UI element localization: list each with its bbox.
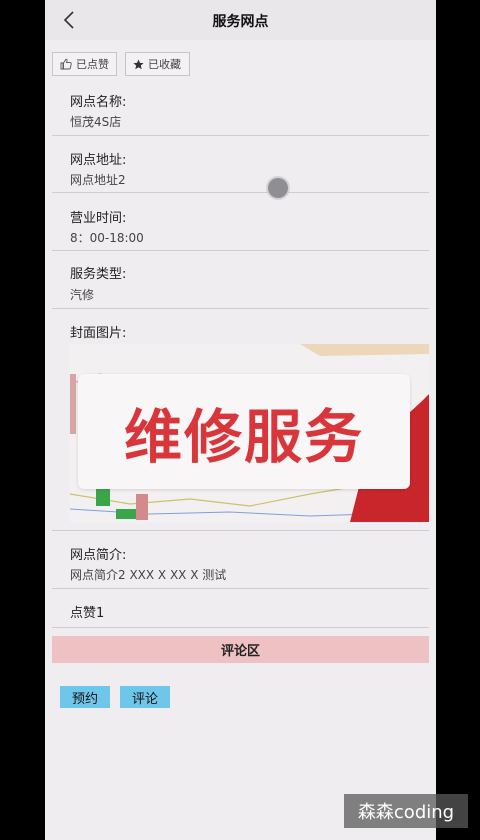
field-service-type: 服务类型: 汽修 [52, 251, 429, 309]
field-cover-label: 封面图片: [70, 326, 127, 341]
cover-banner: 维修服务 [78, 374, 410, 489]
field-hours-value: 8：00-18:00 [70, 231, 144, 245]
book-button[interactable]: 预约 [60, 686, 110, 708]
star-icon [133, 58, 144, 69]
comments-section-header: 评论区 [52, 636, 429, 663]
comment-button[interactable]: 评论 [120, 686, 170, 708]
thumbs-up-icon [60, 58, 72, 70]
favorited-button[interactable]: 已收藏 [125, 52, 190, 76]
field-hours: 营业时间: 8：00-18:00 [52, 193, 429, 251]
nav-bar: 服务网点 [45, 0, 436, 40]
field-intro: 网点简介: 网点简介2 XXX X XX X 测试 [52, 531, 429, 589]
field-address-label: 网点地址: [70, 153, 127, 168]
cover-image: 维修服务 [70, 344, 429, 522]
field-name-value: 恒茂4S店 [70, 115, 122, 129]
touch-indicator [268, 178, 288, 198]
field-service-type-value: 汽修 [70, 288, 95, 302]
field-service-type-label: 服务类型: [70, 267, 127, 282]
watermark: 森森coding [344, 794, 468, 828]
field-name: 网点名称: 恒茂4S店 [52, 84, 429, 136]
field-intro-value: 网点简介2 XXX X XX X 测试 [70, 568, 227, 582]
field-name-label: 网点名称: [70, 95, 127, 110]
field-address-value: 网点地址2 [70, 173, 126, 187]
phone-screen: 服务网点 已点赞 已收藏 网点名称: 恒茂4S店 网点地址: 网点地址2 营业时… [45, 0, 436, 840]
favorited-label: 已收藏 [148, 58, 181, 71]
field-likes: 点赞1 [52, 589, 429, 628]
liked-button[interactable]: 已点赞 [52, 52, 117, 76]
field-address: 网点地址: 网点地址2 [52, 136, 429, 193]
liked-label: 已点赞 [76, 58, 109, 71]
likes-count: 点赞1 [70, 606, 105, 621]
page-title: 服务网点 [212, 14, 269, 30]
field-intro-label: 网点简介: [70, 548, 127, 563]
action-buttons: 已点赞 已收藏 [52, 52, 190, 76]
cover-banner-text: 维修服务 [123, 402, 364, 471]
field-hours-label: 营业时间: [70, 211, 127, 226]
